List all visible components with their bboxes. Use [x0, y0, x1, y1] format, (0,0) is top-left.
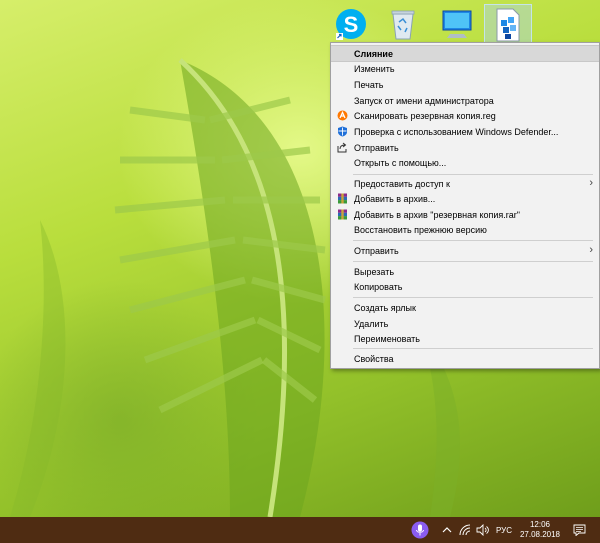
- recycle-bin-icon: [391, 10, 415, 40]
- wifi-icon: [459, 524, 471, 536]
- reg-file-desktop-icon[interactable]: [484, 4, 532, 46]
- skype-desktop-icon[interactable]: S: [331, 4, 371, 44]
- menu-item-restore-version[interactable]: Восстановить прежнюю версию: [331, 222, 599, 237]
- menu-item-label: Изменить: [354, 63, 395, 74]
- menu-item-label: Восстановить прежнюю версию: [354, 224, 487, 235]
- menu-separator: [353, 297, 593, 298]
- menu-item-label: Переименовать: [354, 333, 420, 344]
- microphone-icon: [411, 521, 429, 539]
- menu-item-defender-scan[interactable]: Проверка с использованием Windows Defend…: [331, 124, 599, 139]
- menu-item-label: Добавить в архив "резервная копия.rar": [354, 209, 520, 220]
- winrar-icon: [338, 209, 347, 220]
- menu-item-label: Удалить: [354, 318, 389, 329]
- registry-file-icon: [496, 8, 520, 42]
- menu-item-label: Отправить: [354, 142, 399, 153]
- menu-item-label: Слияние: [354, 48, 393, 59]
- cortana-button[interactable]: [410, 517, 430, 543]
- clock-button[interactable]: 12:06 27.08.2018: [517, 517, 563, 543]
- menu-item-label: Печать: [354, 79, 384, 90]
- menu-item-properties[interactable]: Свойства: [331, 351, 599, 366]
- menu-item-send-to[interactable]: Отправить ›: [331, 243, 599, 258]
- menu-item-label: Вырезать: [354, 266, 395, 277]
- menu-item-label: Копировать: [354, 281, 403, 292]
- menu-item-delete[interactable]: Удалить: [331, 316, 599, 331]
- language-label: РУС: [495, 525, 513, 535]
- menu-separator: [353, 174, 593, 175]
- share-icon: [337, 142, 347, 153]
- chevron-up-icon: [442, 527, 452, 533]
- menu-item-share[interactable]: Отправить: [331, 140, 599, 155]
- notification-icon: [573, 524, 585, 536]
- input-language-button[interactable]: РУС: [492, 517, 516, 543]
- windows-defender-icon: [338, 126, 347, 137]
- menu-item-label: Сканировать резервная копия.reg: [354, 110, 496, 121]
- menu-item-cut[interactable]: Вырезать: [331, 264, 599, 279]
- menu-item-add-to-rar[interactable]: Добавить в архив "резервная копия.rar": [331, 207, 599, 222]
- menu-item-open-with[interactable]: Открыть с помощью...: [331, 155, 599, 170]
- recycle-bin-desktop-icon[interactable]: [383, 4, 423, 44]
- context-menu: Слияние Изменить Печать Запуск от имени …: [330, 42, 600, 369]
- chevron-right-icon: ›: [589, 177, 593, 189]
- winrar-icon: [338, 193, 347, 204]
- menu-separator: [353, 348, 593, 349]
- menu-item-merge[interactable]: Слияние: [331, 45, 599, 62]
- menu-item-label: Добавить в архив...: [354, 193, 436, 204]
- menu-item-avast-scan[interactable]: Сканировать резервная копия.reg: [331, 108, 599, 123]
- clock-time: 12:06: [529, 520, 551, 529]
- menu-item-label: Проверка с использованием Windows Defend…: [354, 126, 559, 137]
- speaker-icon: [476, 524, 489, 536]
- avast-icon: [337, 110, 348, 121]
- menu-item-label: Запуск от имени администратора: [354, 95, 494, 106]
- menu-item-label: Создать ярлык: [354, 302, 416, 313]
- menu-item-add-to-archive[interactable]: Добавить в архив...: [331, 191, 599, 206]
- menu-item-label: Свойства: [354, 353, 394, 364]
- menu-item-edit[interactable]: Изменить: [331, 61, 599, 76]
- chevron-right-icon: ›: [589, 244, 593, 256]
- menu-item-label: Отправить: [354, 245, 399, 256]
- this-pc-desktop-icon[interactable]: [437, 4, 477, 44]
- clock-date: 27.08.2018: [519, 530, 561, 539]
- menu-item-run-as-admin[interactable]: Запуск от имени администратора: [331, 93, 599, 108]
- taskbar: РУС 12:06 27.08.2018: [0, 517, 600, 543]
- this-pc-icon: [442, 10, 472, 38]
- menu-item-print[interactable]: Печать: [331, 77, 599, 92]
- menu-item-rename[interactable]: Переименовать: [331, 331, 599, 346]
- menu-item-copy[interactable]: Копировать: [331, 279, 599, 294]
- menu-separator: [353, 261, 593, 262]
- menu-separator: [353, 240, 593, 241]
- menu-item-label: Предоставить доступ к: [354, 178, 450, 189]
- menu-item-give-access[interactable]: Предоставить доступ к ›: [331, 176, 599, 191]
- network-button[interactable]: [458, 517, 472, 543]
- skype-icon: S: [336, 9, 366, 40]
- show-hidden-icons-button[interactable]: [440, 517, 454, 543]
- menu-item-create-shortcut[interactable]: Создать ярлык: [331, 300, 599, 315]
- volume-button[interactable]: [474, 517, 490, 543]
- menu-item-label: Открыть с помощью...: [354, 157, 447, 168]
- svg-text:S: S: [344, 12, 359, 37]
- action-center-button[interactable]: [570, 517, 588, 543]
